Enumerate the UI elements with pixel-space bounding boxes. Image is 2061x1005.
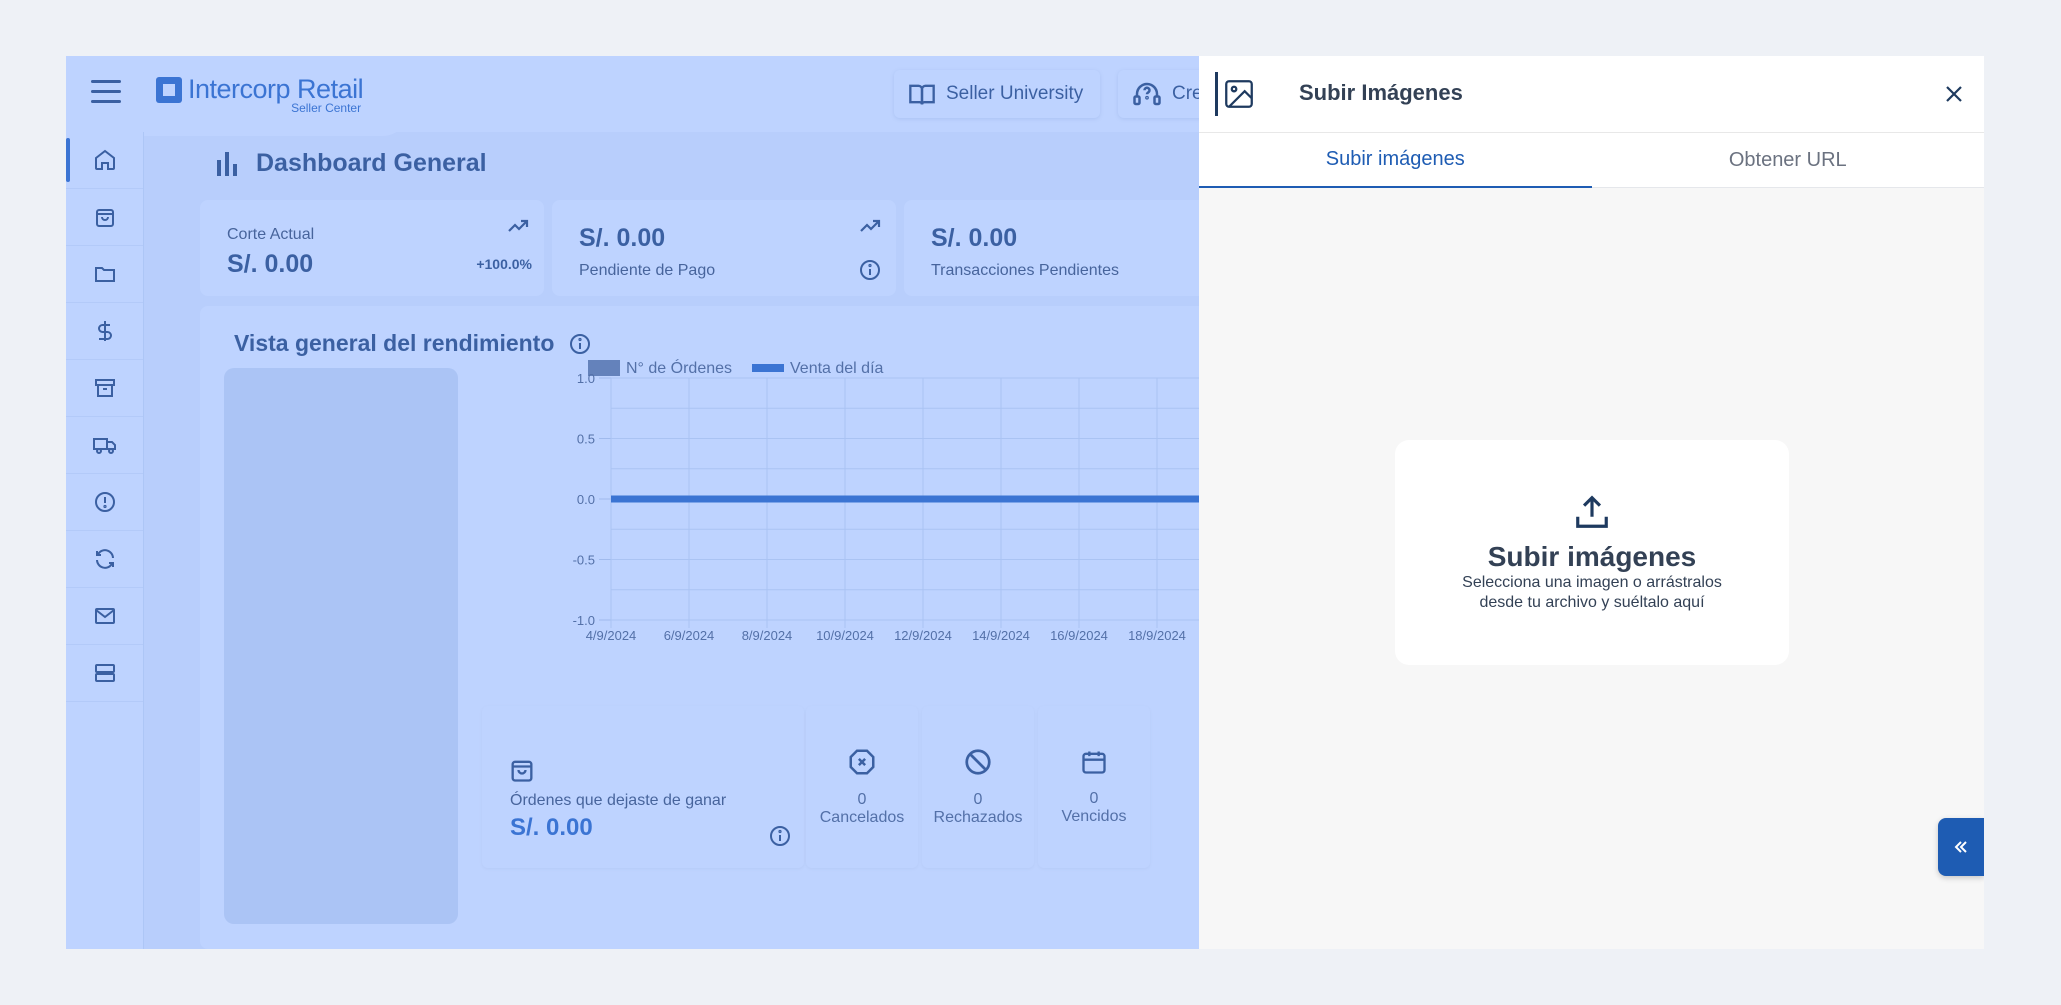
refresh-icon <box>95 549 114 569</box>
y-tick-label: -0.5 <box>573 553 595 568</box>
stat-value: S/. 0.00 <box>579 224 666 252</box>
shopping-bag-icon <box>95 209 114 227</box>
dropzone-title: Subir imágenes <box>1487 540 1697 572</box>
stat-label: Transacciones Pendientes <box>931 262 1119 279</box>
y-tick-label: 1.0 <box>577 371 595 386</box>
sidebar-item-catalog[interactable] <box>66 246 143 303</box>
y-tick-label: -1.0 <box>573 613 595 628</box>
x-tick-label: 8/9/2024 <box>742 628 793 643</box>
lost-orders-card: Órdenes que dejaste de ganar S/. 0.00 <box>482 706 804 868</box>
archive-icon <box>94 379 115 397</box>
upload-panel-header: Subir Imágenes <box>1199 56 1984 133</box>
rejected-count: 0 <box>973 791 983 808</box>
brand-block: Intercorp Retail Seller Center <box>66 56 410 136</box>
truck-icon <box>92 438 116 454</box>
cancelled-count: 0 <box>857 791 867 808</box>
cancelled-metric: 0 Cancelados <box>806 706 918 868</box>
stat-value: S/. 0.00 <box>931 224 1018 252</box>
upload-icon <box>1576 495 1608 528</box>
cancelled-label: Cancelados <box>819 809 905 826</box>
dollar-icon <box>97 321 112 341</box>
sidebar-item-home[interactable] <box>66 132 143 189</box>
rejected-label: Rechazados <box>933 809 1023 826</box>
page-title-text: Dashboard General <box>256 148 487 177</box>
app-window: Intercorp Retail Seller Center Seller Un… <box>66 56 1984 949</box>
page-title: Dashboard General <box>214 148 487 178</box>
logo[interactable]: Intercorp Retail Seller Center <box>156 74 364 115</box>
expired-count: 0 <box>1089 790 1099 807</box>
alert-icon <box>94 492 115 512</box>
trending-up-icon <box>860 219 881 232</box>
info-icon[interactable] <box>768 824 792 848</box>
logo-mark-icon <box>156 76 182 103</box>
dropzone-description: Selecciona una imagen o arrástralos desd… <box>1462 573 1722 611</box>
sidebar <box>66 132 144 949</box>
sidebar-item-shipping[interactable] <box>66 417 143 474</box>
image-dropzone[interactable]: Subir imágenes Selecciona una imagen o a… <box>1395 440 1789 665</box>
folder-icon <box>94 267 115 282</box>
stat-card-pendiente: S/. 0.00 Pendiente de Pago <box>552 200 896 296</box>
tab-subir-imagenes[interactable]: Subir imágenes <box>1199 133 1592 188</box>
sidebar-item-messages[interactable] <box>66 588 143 645</box>
book-icon <box>909 84 935 105</box>
legend-swatch-venta <box>752 364 784 372</box>
server-icon <box>94 664 115 682</box>
sidebar-item-returns[interactable] <box>66 531 143 588</box>
stat-card-transacciones: S/. 0.00 Transacciones Pendientes <box>904 200 1248 296</box>
y-tick-label: 0.5 <box>577 432 595 447</box>
upload-tabs: Subir imágenes Obtener URL <box>1199 133 1984 188</box>
x-tick-label: 16/9/2024 <box>1050 628 1108 643</box>
stat-value: S/. 0.00 <box>227 250 314 278</box>
sidebar-item-finance[interactable] <box>66 303 143 360</box>
hamburger-menu-icon[interactable] <box>91 80 121 104</box>
seller-university-button[interactable]: Seller University <box>894 70 1100 118</box>
stat-percentage: +100.0% <box>476 256 532 272</box>
legend-label-venta: Venta del día <box>790 360 884 377</box>
performance-card: Vista general del rendimiento N° de Órde… <box>200 306 1260 949</box>
chevrons-left-icon <box>1954 841 1967 853</box>
sidebar-item-orders[interactable] <box>66 189 143 246</box>
stat-label: Pendiente de Pago <box>579 262 716 279</box>
shopping-bag-icon <box>511 760 533 782</box>
expired-metric: 0 Vencidos <box>1038 706 1150 868</box>
calendar-icon <box>1082 751 1106 774</box>
sidebar-item-integrations[interactable] <box>66 645 143 702</box>
upload-panel-title: Subir Imágenes <box>1299 80 1463 105</box>
sidebar-item-alerts[interactable] <box>66 474 143 531</box>
home-icon <box>94 149 115 170</box>
headset-icon <box>1133 82 1161 106</box>
legend-label-ordenes: N° de Órdenes <box>626 358 732 377</box>
stat-card-corte: Corte Actual S/. 0.00 +100.0% <box>200 200 544 296</box>
x-tick-label: 6/9/2024 <box>664 628 715 643</box>
close-icon <box>1946 86 1962 102</box>
expired-label: Vencidos <box>1061 808 1127 825</box>
collapse-button[interactable] <box>1938 818 1984 876</box>
info-icon[interactable] <box>858 258 882 282</box>
close-button[interactable] <box>1938 78 1970 110</box>
seller-university-label: Seller University <box>946 83 1084 104</box>
performance-chart: N° de Órdenes Venta del día 1.0 0.5 0.0 -0.5 -… <box>573 358 1260 643</box>
bar-chart-icon <box>217 152 237 176</box>
lost-orders-value: S/. 0.00 <box>510 814 593 841</box>
x-tick-label: 4/9/2024 <box>586 628 637 643</box>
rejected-metric: 0 Rechazados <box>922 706 1034 868</box>
x-tick-label: 12/9/2024 <box>894 628 952 643</box>
trending-up-icon <box>508 219 529 232</box>
tab-obtener-url[interactable]: Obtener URL <box>1591 133 1984 188</box>
x-tick-label: 10/9/2024 <box>816 628 874 643</box>
x-octagon-icon <box>849 749 875 775</box>
image-icon <box>1215 72 1259 116</box>
x-tick-label: 18/9/2024 <box>1128 628 1186 643</box>
stat-label: Corte Actual <box>227 226 315 243</box>
mail-icon <box>94 608 115 624</box>
sidebar-item-inventory[interactable] <box>66 360 143 417</box>
lost-orders-label: Órdenes que dejaste de ganar <box>510 792 727 809</box>
upload-panel: Subir Imágenes Subir imágenes Obtener UR… <box>1199 56 1984 949</box>
ban-icon <box>965 749 991 775</box>
y-tick-label: 0.0 <box>577 492 595 507</box>
x-tick-label: 14/9/2024 <box>972 628 1030 643</box>
